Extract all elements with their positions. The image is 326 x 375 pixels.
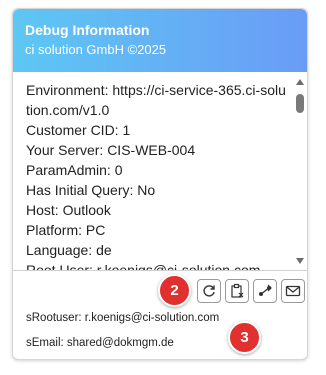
info-line-environment: Environment: https://ci-service-365.ci-s… bbox=[26, 82, 286, 118]
mail-icon bbox=[285, 285, 301, 297]
debug-info-text: Environment: https://ci-service-365.ci-s… bbox=[26, 80, 288, 271]
info-line-param-admin: ParamAdmin: 0 bbox=[26, 162, 123, 178]
vertical-scrollbar[interactable] bbox=[293, 72, 307, 270]
info-line-platform: Platform: PC bbox=[26, 222, 106, 238]
debug-info-panel: Debug Information ci solution GmbH ©2025… bbox=[12, 8, 308, 360]
refresh-button[interactable] bbox=[197, 279, 221, 303]
panel-subtitle: ci solution GmbH ©2025 bbox=[25, 42, 167, 57]
annotation-badge-2: 2 bbox=[158, 274, 191, 307]
scrollbar-track[interactable] bbox=[296, 94, 304, 254]
info-line-customer-cid: Customer CID: 1 bbox=[26, 122, 131, 138]
info-line-host: Host: Outlook bbox=[26, 202, 111, 218]
info-line-language: Language: de bbox=[26, 242, 112, 258]
scroll-down-arrow-icon[interactable] bbox=[296, 258, 304, 264]
refresh-icon bbox=[203, 285, 215, 297]
panel-title: Debug Information bbox=[25, 22, 150, 38]
email-button[interactable] bbox=[281, 279, 305, 303]
scrollbar-thumb[interactable] bbox=[296, 94, 304, 113]
share-button[interactable] bbox=[253, 279, 277, 303]
clear-clipboard-button[interactable] bbox=[225, 279, 249, 303]
info-line-server: Your Server: CIS-WEB-004 bbox=[26, 142, 196, 158]
clear-clipboard-icon bbox=[231, 283, 244, 298]
debug-info-scroll-area[interactable]: Environment: https://ci-service-365.ci-s… bbox=[13, 72, 307, 271]
info-line-root-user: Root User: r.koenigs@ci-solution.com bbox=[26, 262, 261, 271]
scroll-up-arrow-icon[interactable] bbox=[296, 79, 304, 85]
footer-email: sEmail: shared@dokmgm.de bbox=[26, 337, 174, 349]
annotation-badge-3: 3 bbox=[228, 321, 261, 354]
share-icon bbox=[259, 284, 272, 296]
panel-header: Debug Information ci solution GmbH ©2025 bbox=[13, 9, 307, 72]
info-line-initial-query: Has Initial Query: No bbox=[26, 182, 156, 198]
footer-root-user: sRootuser: r.koenigs@ci-solution.com bbox=[26, 312, 220, 324]
